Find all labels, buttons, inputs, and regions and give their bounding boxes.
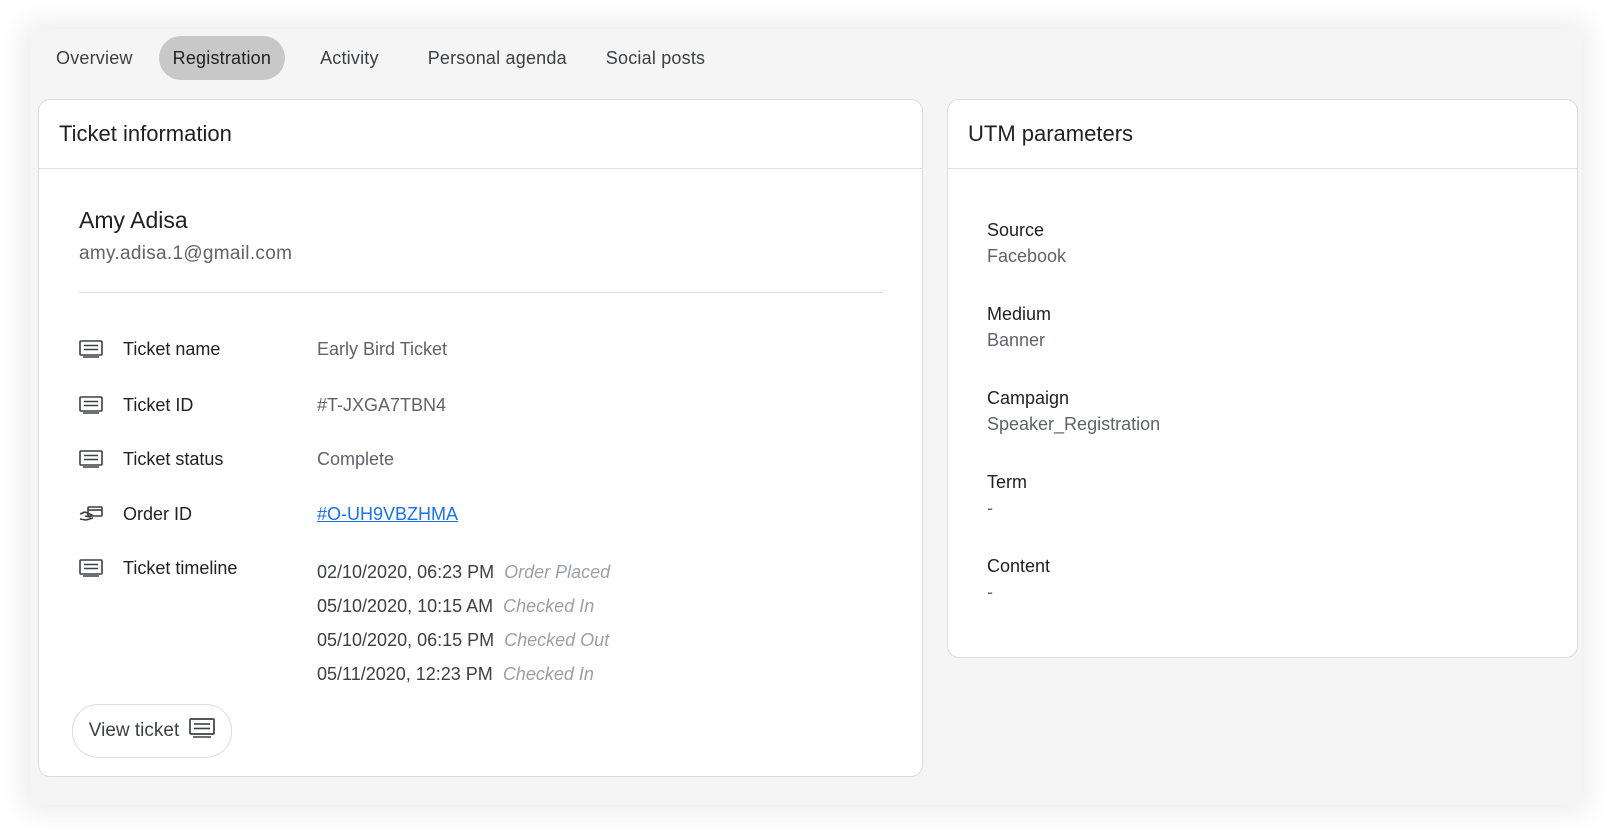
- timeline-status: Order Placed: [504, 561, 611, 582]
- field-ticket-name: Ticket name Early Bird Ticket: [79, 337, 447, 361]
- timeline-entry: 02/10/2020, 06:23 PM Order Placed: [317, 555, 610, 589]
- field-label: Ticket name: [123, 338, 221, 359]
- ticket-icon: [79, 340, 103, 358]
- field-ticket-id: Ticket ID #T-JXGA7TBN4: [79, 393, 446, 417]
- field-value: Complete: [317, 448, 395, 469]
- tab-registration[interactable]: Registration: [158, 36, 286, 80]
- timeline-entry: 05/10/2020, 10:15 AM Checked In: [317, 589, 610, 623]
- app-frame: Overview Registration Activity Personal …: [30, 29, 1582, 805]
- utm-value: -: [987, 498, 993, 518]
- order-id-link[interactable]: #O-UH9VBZHMA: [317, 504, 458, 525]
- tab-bar: Overview Registration Activity Personal …: [30, 36, 719, 80]
- ticket-information-card: Ticket information Amy Adisa amy.adisa.1…: [38, 99, 923, 777]
- field-label: Ticket ID: [123, 394, 194, 415]
- timeline-date: 02/10/2020, 06:23 PM: [317, 561, 495, 582]
- utm-label: Source: [987, 220, 1045, 240]
- tab-social-posts[interactable]: Social posts: [592, 36, 719, 80]
- ticket-card-title: Ticket information: [39, 100, 922, 169]
- tab-overview[interactable]: Overview: [42, 36, 147, 80]
- field-value: #T-JXGA7TBN4: [317, 394, 447, 415]
- field-ticket-timeline: Ticket timeline: [79, 556, 237, 580]
- utm-term: Term -: [987, 472, 1160, 556]
- utm-label: Term: [987, 472, 1027, 492]
- field-ticket-status: Ticket status Complete: [79, 447, 394, 471]
- utm-medium: Medium Banner: [987, 304, 1160, 388]
- timeline-status: Checked In: [502, 663, 594, 684]
- utm-label: Medium: [987, 304, 1052, 324]
- hand-card-icon: [79, 505, 103, 523]
- utm-content: Content -: [987, 556, 1160, 640]
- field-label: Ticket timeline: [123, 557, 238, 578]
- timeline-date: 05/11/2020, 12:23 PM: [317, 663, 493, 684]
- utm-label: Content: [987, 556, 1051, 576]
- view-ticket-label: View ticket: [88, 720, 180, 741]
- ticket-icon: [189, 718, 216, 744]
- ticket-icon: [79, 450, 103, 468]
- timeline-entry: 05/11/2020, 12:23 PM Checked In: [317, 657, 610, 691]
- field-order-id: Order ID #O-UH9VBZHMA: [79, 502, 458, 526]
- ticket-timeline: 02/10/2020, 06:23 PM Order Placed 05/10/…: [317, 555, 610, 691]
- utm-campaign: Campaign Speaker_Registration: [987, 388, 1160, 472]
- tab-personal-agenda[interactable]: Personal agenda: [414, 36, 581, 80]
- tab-activity[interactable]: Activity: [306, 36, 393, 80]
- ticket-icon: [79, 396, 103, 414]
- timeline-entry: 05/10/2020, 06:15 PM Checked Out: [317, 623, 610, 657]
- utm-list: Source Facebook Medium Banner Campaign S…: [987, 220, 1160, 640]
- utm-source: Source Facebook: [987, 220, 1160, 304]
- divider: [79, 292, 882, 293]
- timeline-status: Checked Out: [504, 629, 610, 650]
- field-label: Ticket status: [123, 448, 224, 469]
- timeline-date: 05/10/2020, 06:15 PM: [317, 629, 495, 650]
- utm-value: Banner: [987, 330, 1046, 350]
- field-value: Early Bird Ticket: [317, 338, 448, 359]
- utm-card-title: UTM parameters: [948, 100, 1577, 169]
- attendee-email: amy.adisa.1@gmail.com: [79, 243, 293, 264]
- timeline-status: Checked In: [503, 595, 595, 616]
- field-label: Order ID: [123, 503, 193, 524]
- view-ticket-button[interactable]: View ticket: [72, 704, 232, 758]
- utm-value: Speaker_Registration: [987, 414, 1161, 434]
- attendee-info: Amy Adisa amy.adisa.1@gmail.com: [79, 207, 292, 265]
- attendee-name: Amy Adisa: [79, 207, 188, 233]
- utm-value: Facebook: [987, 246, 1067, 266]
- utm-value: -: [987, 582, 993, 602]
- timeline-date: 05/10/2020, 10:15 AM: [317, 595, 494, 616]
- ticket-icon: [79, 559, 103, 577]
- utm-label: Campaign: [987, 388, 1070, 408]
- utm-parameters-card: UTM parameters Source Facebook Medium Ba…: [947, 99, 1578, 658]
